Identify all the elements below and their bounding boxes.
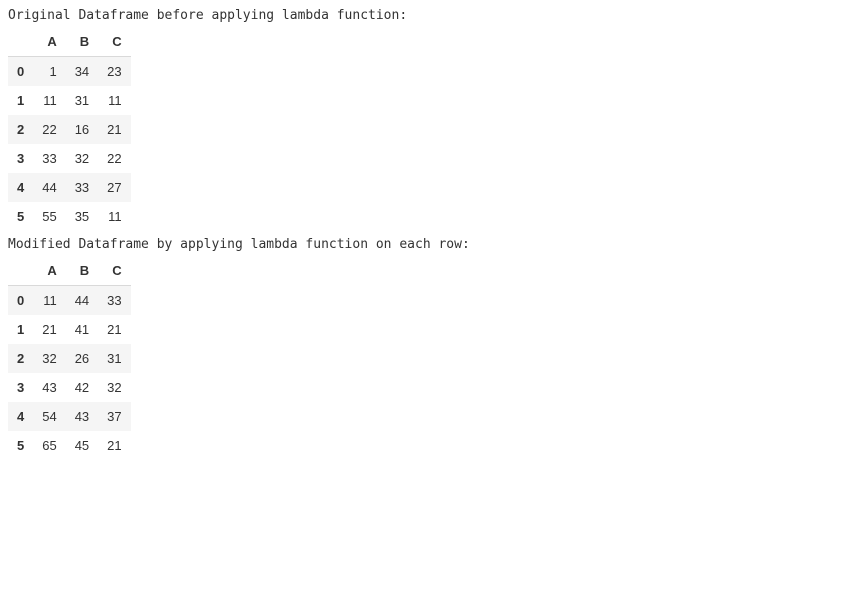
cell: 16 [66, 115, 98, 144]
col-header: A [33, 27, 65, 57]
cell: 42 [66, 373, 98, 402]
row-index: 3 [8, 144, 33, 173]
table-row: 1 11 31 11 [8, 86, 131, 115]
col-header: C [98, 27, 130, 57]
cell: 26 [66, 344, 98, 373]
table-row: 2 32 26 31 [8, 344, 131, 373]
cell: 54 [33, 402, 65, 431]
cell: 21 [98, 115, 130, 144]
cell: 33 [98, 286, 130, 316]
cell: 11 [98, 86, 130, 115]
table-row: 0 1 34 23 [8, 57, 131, 87]
row-index: 4 [8, 402, 33, 431]
table-row: 2 22 16 21 [8, 115, 131, 144]
col-header: B [66, 256, 98, 286]
caption-before: Original Dataframe before applying lambd… [8, 8, 834, 23]
table-row: 5 65 45 21 [8, 431, 131, 460]
cell: 33 [33, 144, 65, 173]
row-index: 5 [8, 431, 33, 460]
cell: 33 [66, 173, 98, 202]
table-row: 3 43 42 32 [8, 373, 131, 402]
cell: 32 [66, 144, 98, 173]
row-index: 0 [8, 57, 33, 87]
cell: 41 [66, 315, 98, 344]
row-index: 2 [8, 344, 33, 373]
table-corner [8, 27, 33, 57]
row-index: 1 [8, 86, 33, 115]
cell: 44 [66, 286, 98, 316]
cell: 11 [33, 286, 65, 316]
table-row: 4 54 43 37 [8, 402, 131, 431]
table-header-row: A B C [8, 256, 131, 286]
table-row: 1 21 41 21 [8, 315, 131, 344]
table-row: 0 11 44 33 [8, 286, 131, 316]
table-after: A B C 0 11 44 33 1 21 41 21 2 32 26 31 3… [8, 256, 131, 460]
col-header: C [98, 256, 130, 286]
cell: 35 [66, 202, 98, 231]
table-row: 3 33 32 22 [8, 144, 131, 173]
cell: 11 [33, 86, 65, 115]
cell: 45 [66, 431, 98, 460]
cell: 55 [33, 202, 65, 231]
table-row: 4 44 33 27 [8, 173, 131, 202]
row-index: 1 [8, 315, 33, 344]
table-before: A B C 0 1 34 23 1 11 31 11 2 22 16 21 3 … [8, 27, 131, 231]
cell: 43 [66, 402, 98, 431]
col-header: A [33, 256, 65, 286]
cell: 65 [33, 431, 65, 460]
cell: 31 [98, 344, 130, 373]
cell: 1 [33, 57, 65, 87]
cell: 22 [33, 115, 65, 144]
cell: 21 [98, 315, 130, 344]
cell: 21 [33, 315, 65, 344]
cell: 44 [33, 173, 65, 202]
col-header: B [66, 27, 98, 57]
cell: 23 [98, 57, 130, 87]
caption-after: Modified Dataframe by applying lambda fu… [8, 237, 834, 252]
cell: 32 [98, 373, 130, 402]
cell: 37 [98, 402, 130, 431]
cell: 21 [98, 431, 130, 460]
row-index: 4 [8, 173, 33, 202]
table-corner [8, 256, 33, 286]
row-index: 5 [8, 202, 33, 231]
cell: 43 [33, 373, 65, 402]
cell: 27 [98, 173, 130, 202]
cell: 31 [66, 86, 98, 115]
cell: 22 [98, 144, 130, 173]
table-header-row: A B C [8, 27, 131, 57]
row-index: 0 [8, 286, 33, 316]
row-index: 3 [8, 373, 33, 402]
cell: 32 [33, 344, 65, 373]
cell: 11 [98, 202, 130, 231]
row-index: 2 [8, 115, 33, 144]
table-row: 5 55 35 11 [8, 202, 131, 231]
cell: 34 [66, 57, 98, 87]
